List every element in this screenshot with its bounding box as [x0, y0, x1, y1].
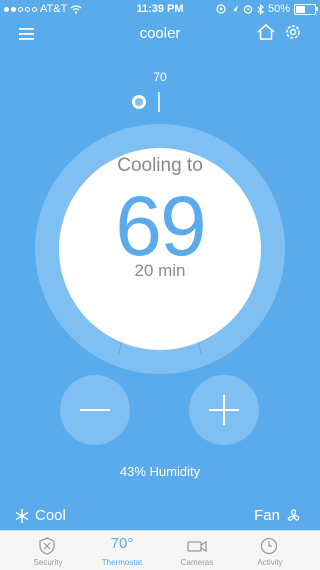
battery-icon	[294, 3, 318, 15]
tab-thermostat[interactable]: 70° Thermostat	[82, 531, 162, 570]
tab-security[interactable]: Security	[8, 531, 88, 570]
tab-security-label: Security	[33, 558, 63, 567]
status-bar: AT&T 11:39 PM 50%	[0, 0, 320, 18]
tab-thermostat-value: 70°	[110, 535, 134, 552]
fan-toggle[interactable]: Fan	[254, 507, 302, 524]
fan-label: Fan	[254, 507, 280, 524]
bluetooth-icon	[257, 3, 264, 15]
shield-icon	[39, 537, 55, 555]
increase-temp-button[interactable]	[189, 375, 259, 445]
top-bar: cooler	[0, 20, 320, 46]
decrease-temp-button[interactable]	[60, 375, 130, 445]
tab-bar: Security 70° Thermostat Cameras Activity	[0, 530, 320, 570]
tab-cameras[interactable]: Cameras	[157, 531, 237, 570]
humidity-label: 43% Humidity	[119, 464, 201, 479]
fan-icon	[287, 508, 300, 521]
time-remaining: 20 min	[134, 261, 186, 280]
arrow-icon	[230, 5, 238, 13]
setpoint-label: 70	[153, 70, 167, 84]
tab-activity[interactable]: Activity	[230, 531, 310, 570]
dial-handle[interactable]	[129, 92, 169, 112]
home-icon[interactable]	[256, 22, 278, 44]
snowflake-icon	[15, 508, 29, 523]
tab-thermostat-label: Thermostat	[101, 558, 143, 567]
status-label: Cooling to	[117, 155, 203, 176]
camera-icon	[187, 540, 207, 553]
alarm-icon	[243, 5, 253, 14]
gear-icon[interactable]	[283, 22, 305, 44]
battery-percent: 50%	[267, 3, 290, 15]
mode-toggle[interactable]: Cool	[14, 507, 66, 524]
clock-icon	[260, 537, 278, 555]
tab-cameras-label: Cameras	[180, 558, 214, 567]
location-icon	[216, 4, 226, 14]
tab-activity-label: Activity	[257, 558, 283, 567]
mode-label: Cool	[35, 507, 66, 524]
status-icons: 50%	[216, 3, 318, 15]
